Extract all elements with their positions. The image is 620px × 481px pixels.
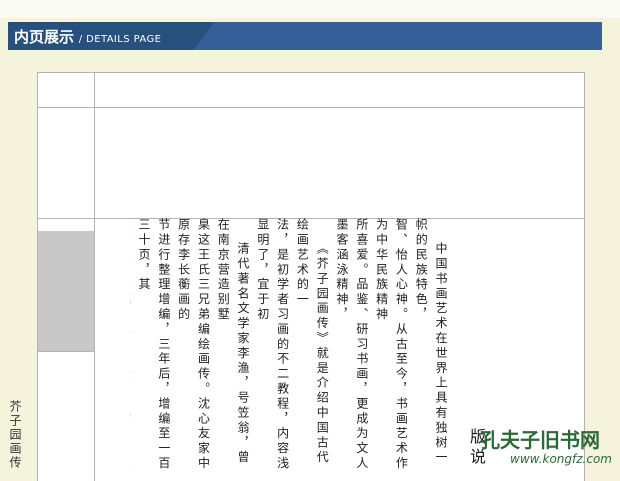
- body-paragraph: 法，是初学者习画的不二教程，内容浅显明了，宜于初: [255, 218, 290, 472]
- body-paragraph: 《芥子园画传》就是介绍中国古代绘画艺术的一: [295, 218, 330, 466]
- margin-rule: [38, 351, 94, 352]
- body-paragraph: 所喜爱。品鉴、研习书画，更成为文人墨客涵泳精神，: [335, 218, 369, 472]
- margin-grey-block: [38, 231, 94, 351]
- body-paragraph: 智、怡人心神。从古至今，书画艺术作为中华民族精神: [374, 218, 409, 472]
- page-body-text: 中国书画艺术在世界上具有独树一帜的民族特色， 智、怡人心神。从古至今，书画艺术作为…: [130, 218, 450, 480]
- top-strip: [0, 0, 620, 18]
- section-header: 内页展示 / DETAILS PAGE: [14, 27, 161, 47]
- top-rule: [38, 107, 584, 108]
- watermark-url: www.kongfz.com: [510, 452, 612, 466]
- body-paragraph: 臬这王氏三兄弟编绘画传。沈心友家中原存李长蘅画的: [176, 218, 211, 472]
- watermark-text: 孔夫子旧书网: [480, 428, 600, 452]
- body-paragraph: 摹古人的各式山水画四十幅，作为初学者范本。篇首: [130, 218, 133, 480]
- body-paragraph: 清代著名文学家李渔，号笠翁，曾在南京营造别墅: [216, 218, 251, 466]
- margin-book-title: 芥子园画传: [8, 400, 22, 470]
- body-paragraph: 节进行整理增编，三年后，增编至一百三十页，其: [137, 218, 171, 472]
- body-paragraph: 中国书画艺术在世界上具有独树一帜的民族特色，: [414, 218, 448, 466]
- watermark: 孔夫子旧书网 www.kongfz.com: [470, 424, 618, 478]
- header-title-en: / DETAILS PAGE: [78, 34, 162, 45]
- header-title-zh: 内页展示: [14, 28, 75, 46]
